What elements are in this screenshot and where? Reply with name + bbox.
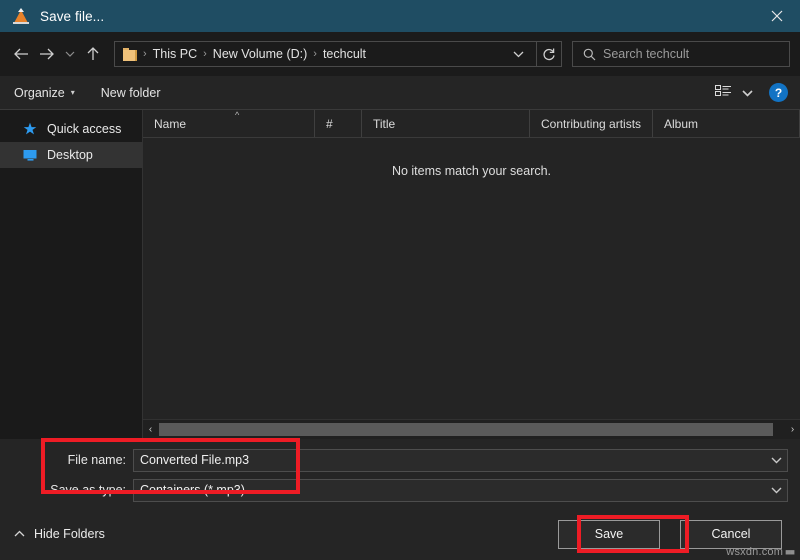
sidebar-item-quick-access[interactable]: Quick access [0, 116, 142, 142]
arrow-left-icon[interactable] [8, 41, 34, 67]
breadcrumb-new-volume[interactable]: New Volume (D:) [208, 47, 312, 61]
chevron-down-icon[interactable] [765, 486, 787, 494]
file-name-label: File name: [67, 453, 126, 467]
breadcrumb-this-pc[interactable]: This PC [148, 47, 202, 61]
sidebar-item-label: Desktop [47, 148, 93, 162]
save-as-type-value: Containers (*.mp3) [140, 483, 245, 497]
cancel-button[interactable]: Cancel [680, 519, 782, 549]
empty-list-message: No items match your search. [143, 138, 800, 419]
sort-ascending-icon: ^ [235, 110, 240, 120]
dialog-footer: Hide Folders Save Cancel [0, 508, 800, 560]
monitor-icon [23, 149, 40, 162]
save-as-type-row: Save as type: Containers (*.mp3) [0, 478, 800, 502]
hide-folders-button[interactable]: Hide Folders [14, 527, 105, 541]
file-name-row: File name: Converted File.mp3 [0, 448, 800, 472]
column-header-contributing-artists[interactable]: Contributing artists [530, 110, 653, 137]
column-header-row: Name ^ # Title Contributing artists Albu… [143, 110, 800, 138]
breadcrumb-techcult[interactable]: techcult [318, 47, 371, 61]
window-title: Save file... [40, 8, 105, 24]
column-label: Album [664, 116, 699, 131]
search-input[interactable]: Search techcult [572, 41, 790, 67]
column-label: Title [373, 116, 396, 131]
arrow-right-icon[interactable] [34, 41, 60, 67]
chevron-up-icon [14, 530, 25, 538]
arrow-up-icon[interactable] [80, 41, 106, 67]
list-view-icon[interactable] [715, 85, 732, 100]
save-file-dialog: Save file... › This PC › New Volume (D:)… [0, 0, 800, 560]
organize-button[interactable]: Organize ▾ [14, 86, 75, 100]
file-name-input[interactable]: Converted File.mp3 [133, 448, 788, 472]
file-name-value: Converted File.mp3 [140, 453, 250, 467]
scroll-left-arrow-icon[interactable]: ‹ [143, 421, 158, 438]
save-form: File name: Converted File.mp3 Save as ty… [0, 439, 800, 508]
column-header-title[interactable]: Title [362, 110, 530, 137]
save-as-type-select[interactable]: Containers (*.mp3) [133, 478, 788, 502]
scrollbar-thumb[interactable] [159, 423, 774, 436]
watermark: wsxdn.com ■■ [726, 546, 795, 558]
navigation-sidebar: Quick access Desktop [0, 110, 143, 439]
column-label: Name [154, 116, 187, 131]
navigation-bar: › This PC › New Volume (D:) › techcult S… [0, 32, 800, 76]
new-folder-label: New folder [100, 85, 161, 100]
folder-icon [123, 47, 138, 61]
new-folder-button[interactable]: New folder [101, 86, 161, 100]
dialog-body: Quick access Desktop Name ^ # Title Cont… [0, 110, 800, 439]
help-button[interactable]: ? [769, 83, 788, 102]
search-icon [583, 48, 596, 61]
watermark-text: wsxdn.com [726, 546, 784, 558]
chevron-down-icon[interactable] [505, 50, 532, 58]
empty-list-text: No items match your search. [391, 164, 552, 178]
refresh-icon[interactable] [536, 41, 562, 67]
vlc-cone-icon [12, 7, 30, 25]
scroll-right-arrow-icon[interactable]: › [785, 421, 800, 438]
column-header-name[interactable]: Name ^ [143, 110, 315, 137]
close-icon[interactable] [754, 0, 800, 32]
save-button[interactable]: Save [558, 519, 660, 549]
search-placeholder: Search techcult [603, 47, 690, 61]
chevron-down-icon[interactable] [736, 89, 759, 97]
file-list-pane: Name ^ # Title Contributing artists Albu… [143, 110, 800, 439]
organize-label: Organize [14, 85, 65, 100]
watermark-dots-icon: ■■ [785, 547, 795, 557]
column-header-number[interactable]: # [315, 110, 362, 137]
column-header-album[interactable]: Album [653, 110, 800, 137]
save-as-type-label: Save as type: [50, 483, 126, 497]
chevron-down-icon: ▾ [70, 87, 75, 97]
column-label: # [326, 116, 333, 131]
title-bar: Save file... [0, 0, 800, 32]
sidebar-item-label: Quick access [47, 122, 122, 136]
sidebar-item-desktop[interactable]: Desktop [0, 142, 142, 168]
address-bar[interactable]: › This PC › New Volume (D:) › techcult [114, 41, 537, 67]
chevron-down-icon[interactable] [765, 456, 787, 464]
command-toolbar: Organize ▾ New folder ? [0, 76, 800, 110]
scrollbar-track[interactable] [158, 423, 785, 436]
column-label: Contributing artists [541, 116, 642, 131]
horizontal-scrollbar[interactable]: ‹ › [143, 419, 800, 439]
hide-folders-label: Hide Folders [34, 527, 105, 541]
chevron-down-icon[interactable] [60, 41, 80, 67]
star-icon [23, 122, 40, 136]
toolbar-right-group: ? [715, 83, 788, 102]
